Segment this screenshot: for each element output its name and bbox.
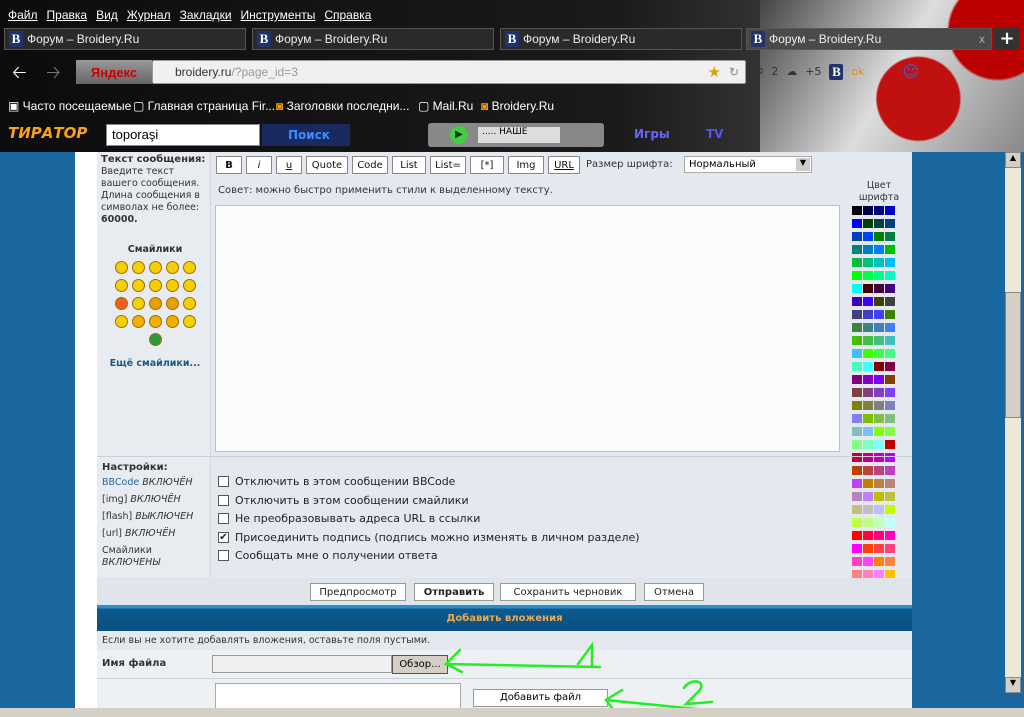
handwritten-mark-1	[576, 641, 594, 668]
arrow-1-head	[443, 648, 464, 674]
scroll-thumb[interactable]	[1005, 292, 1021, 418]
horizontal-scrollbar[interactable]	[0, 708, 1024, 717]
scroll-down-button[interactable]: ▼	[1005, 677, 1021, 693]
handwritten-mark-2	[682, 680, 714, 706]
green-arrow-annotations	[443, 641, 747, 717]
vertical-scrollbar[interactable]: ▲ ▼	[1005, 152, 1021, 693]
scroll-up-button[interactable]: ▲	[1005, 152, 1021, 168]
